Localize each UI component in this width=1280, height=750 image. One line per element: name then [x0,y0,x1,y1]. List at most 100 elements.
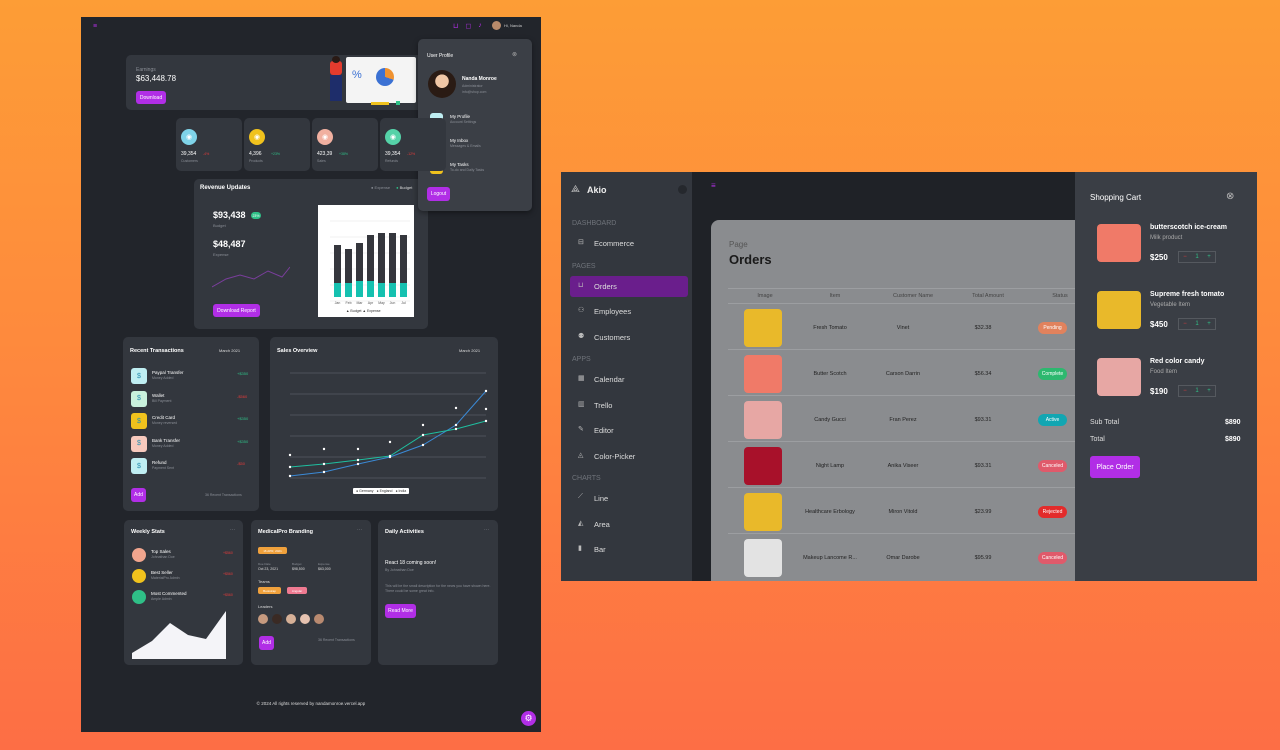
earnings-download-button[interactable]: Download [136,91,166,104]
stat-icon: ◉ [385,129,401,145]
customer-name: Fran Perez [889,417,917,423]
sidebar-item-ecommerce[interactable]: ⊟ Ecommerce [570,233,688,254]
daily-headline: React 18 coming soon! [385,560,437,566]
cart-icon[interactable]: ⊔ [453,22,458,30]
column-header[interactable]: Total Amount [958,293,1018,299]
profile-item-title[interactable]: My Inbox [450,138,468,143]
stat-label: Refunds [385,159,399,163]
sidebar-item-calendar[interactable]: ▦ Calendar [570,369,688,390]
sidebar-item-label: Ecommerce [594,239,635,248]
cart-item-image [1097,358,1141,396]
sidebar-item-employees[interactable]: ⚇ Employees [570,301,688,322]
teams-label: Teams [258,579,270,584]
read-more-button[interactable]: Read More [385,604,416,618]
profile-name: Nanda Monroe [462,76,497,82]
series-line [289,420,487,468]
brand-name[interactable]: Akio [587,185,607,195]
legend-budget: ● Budget [396,185,413,190]
profile-item-desc: Messages & Emails [450,144,481,148]
customer-name: Omar Darobe [886,555,920,561]
cart-item-image [1097,224,1141,262]
chat-icon[interactable]: ◻ [465,22,471,30]
legend-expense: ● Expense [371,185,391,190]
column-header[interactable]: Image [735,293,795,299]
status-badge: Canceled [1038,460,1067,472]
add-transaction-button[interactable]: Add [131,488,146,502]
bar-legend: ▲ Budget ▲ Expense [346,309,381,313]
plus-icon[interactable]: + [1207,388,1211,394]
table-row-divider [728,395,1111,396]
legend-india: ● India [395,489,407,493]
sidebar-item-editor[interactable]: ✎ Editor [570,420,688,441]
sidebar-item-area[interactable]: ◭ Area [570,514,688,535]
top-user-name[interactable]: Hi, Nanda [504,23,522,28]
column-header[interactable]: Item [805,293,865,299]
more-icon[interactable]: ··· [357,527,362,533]
more-icon[interactable]: ··· [230,527,235,533]
stat-icon: ◉ [249,129,265,145]
month-label: Mar [356,301,363,305]
more-icon[interactable]: ··· [484,527,489,533]
profile-title: User Profile [427,53,454,59]
area-chart-icon: ◭ [578,519,584,527]
sidebar-item-customers[interactable]: ⚉ Customers [570,327,688,348]
profile-item-title[interactable]: My Profile [450,114,470,119]
subtotal-label: Sub Total [1090,419,1120,426]
budget-bar [400,283,407,297]
close-icon[interactable]: ⊗ [1226,191,1234,202]
sidebar-item-line[interactable]: ⟋ Line [570,488,688,509]
profile-item-title[interactable]: My Tasks [450,162,469,167]
budget-label: Budget [292,562,302,566]
month-label: May [378,301,385,305]
logout-button[interactable]: Logout [427,187,450,201]
stat-change: +23% [271,152,281,156]
transaction-amount: -$50 [237,461,246,466]
sidebar-item-color-picker[interactable]: ◬ Color-Picker [570,446,688,467]
month-label: Apr [368,301,374,305]
column-header[interactable]: Customer Name [883,293,943,299]
sidebar-heading: CHARTS [572,475,601,482]
board-icon: ▥ [578,400,585,408]
top-avatar[interactable] [492,21,501,30]
sidebar-item-bar[interactable]: ▮ Bar [570,539,688,560]
quantity-value: 1 [1195,388,1199,394]
sidebar-close-icon[interactable] [678,185,687,194]
settings-button[interactable]: ⚙ [521,711,536,726]
stat-card: ◉ 39,354 -12% Refunds [380,118,446,171]
sidebar-item-label: Area [594,519,610,529]
menu-icon[interactable]: ≡ [93,23,97,30]
close-icon[interactable]: ⊗ [512,51,517,58]
sidebar-item-orders[interactable]: ⊔ Orders [570,275,688,297]
minus-icon[interactable]: − [1183,388,1187,394]
sidebar-item-trello[interactable]: ▥ Trello [570,395,688,416]
minus-icon[interactable]: − [1183,254,1187,260]
avatar [314,614,324,624]
download-report-button[interactable]: Download Report [213,304,260,317]
bell-icon[interactable]: ♪ [478,22,482,30]
product-image [744,493,782,531]
quantity-value: 1 [1195,254,1199,260]
daily-title: Daily Activities [385,529,424,535]
menu-icon[interactable]: ≡ [711,181,716,190]
table-row-divider [728,441,1111,442]
expense-bar [334,245,341,283]
total-amount: $95.99 [974,555,992,561]
sales-period[interactable]: March 2021 [459,348,480,353]
transaction-desc: Money Added [152,376,174,380]
transaction-amount: +$350 [237,416,249,421]
transactions-title: Recent Transactions [130,348,184,354]
due-label: Due Date [258,562,271,566]
avatar [300,614,310,624]
series-point [484,389,488,393]
sidebar-item-label: Editor [594,426,614,435]
transactions-period[interactable]: March 2021 [219,348,240,353]
minus-icon[interactable]: − [1183,321,1187,327]
sidebar-item-label: Calendar [594,375,625,384]
add-button[interactable]: Add [259,636,274,650]
plus-icon[interactable]: + [1207,321,1211,327]
place-order-button[interactable]: Place Order [1090,456,1140,478]
plus-icon[interactable]: + [1207,254,1211,260]
item-name: Healthcare Erbology [805,509,855,515]
status-badge: Complete [1038,368,1067,380]
expense-bar [356,243,363,281]
